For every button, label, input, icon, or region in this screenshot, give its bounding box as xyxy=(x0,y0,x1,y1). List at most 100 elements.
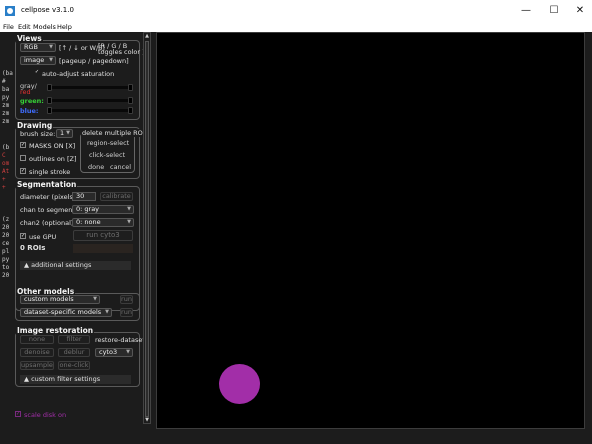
app-logo-icon xyxy=(5,6,15,16)
scroll-up-icon[interactable]: ▲ xyxy=(144,33,150,39)
terminal-line: At xyxy=(2,168,10,175)
maximize-button[interactable]: ☐ xyxy=(543,3,565,18)
menu-models[interactable]: Models xyxy=(33,22,56,32)
menu-file[interactable]: File xyxy=(3,22,14,32)
delete-rois-title: delete multiple ROIs xyxy=(81,129,150,137)
custom-filter-settings-toggle[interactable]: ▲ custom filter settings xyxy=(20,375,131,384)
run-custom-button[interactable]: run xyxy=(120,295,133,304)
slider-max-handle[interactable] xyxy=(128,107,133,114)
chevron-down-icon: ▼ xyxy=(127,206,131,212)
chan2-combo[interactable]: 0: none ▼ xyxy=(72,218,134,227)
brush-size-combo[interactable]: 1 ▼ xyxy=(56,129,73,138)
segmentation-title: Segmentation xyxy=(16,180,78,189)
outlines-checkbox[interactable] xyxy=(20,155,26,161)
chevron-down-icon: ▼ xyxy=(49,44,53,50)
denoise-button[interactable]: denoise xyxy=(20,348,54,357)
click-select-button[interactable]: click-select xyxy=(89,151,125,159)
terminal-line: + xyxy=(2,176,6,183)
scale-disk-checkbox[interactable]: ✓ xyxy=(15,411,21,417)
chevron-down-icon: ▼ xyxy=(127,219,131,225)
image-view-hint: [pageup / pagedown] xyxy=(59,57,129,65)
use-gpu-label: use GPU xyxy=(29,233,57,241)
chevron-down-icon: ▼ xyxy=(66,130,70,136)
scroll-down-icon[interactable]: ▼ xyxy=(144,417,150,423)
title-bar: cellpose v3.1.0 — ☐ ✕ xyxy=(0,0,592,22)
one-click-button[interactable]: one-click xyxy=(58,361,90,370)
dataset-models-combo[interactable]: dataset-specific models ▼ xyxy=(20,308,112,317)
cell-mask[interactable] xyxy=(219,364,260,404)
restore-dataset-combo[interactable]: cyto3 ▼ xyxy=(95,348,133,357)
terminal-line: 20 xyxy=(2,272,10,279)
terminal-line: (z xyxy=(2,216,10,223)
minimize-button[interactable]: — xyxy=(515,3,537,18)
diameter-input[interactable]: 30 xyxy=(72,192,96,201)
use-gpu-checkbox[interactable]: ✓ xyxy=(20,233,26,239)
channel-view-combo[interactable]: RGB ▼ xyxy=(20,43,56,52)
brush-size-label: brush size: xyxy=(20,130,56,138)
dataset-models-value: dataset-specific models xyxy=(24,308,102,316)
none-button[interactable]: none xyxy=(20,335,54,344)
restore-dataset-value: cyto3 xyxy=(99,348,118,356)
app-window: cellpose v3.1.0 — ☐ ✕ File Edit Models H… xyxy=(0,0,592,444)
diameter-label: diameter (pixels): xyxy=(20,193,78,201)
slider-max-handle[interactable] xyxy=(128,97,133,104)
green-label: green: xyxy=(20,97,44,105)
terminal-line: to xyxy=(2,264,10,271)
slider-min-handle[interactable] xyxy=(47,84,52,91)
terminal-line: py xyxy=(2,94,10,101)
run-cyto3-button[interactable]: run cyto3 xyxy=(73,230,133,241)
image-canvas[interactable] xyxy=(156,32,585,429)
menu-help[interactable]: Help xyxy=(57,22,72,32)
single-stroke-label: single stroke xyxy=(29,168,71,176)
upsample-button[interactable]: upsample xyxy=(20,361,54,370)
green-slider[interactable] xyxy=(47,97,133,104)
masks-checkbox[interactable]: ✓ xyxy=(20,142,26,148)
run-dataset-button[interactable]: run xyxy=(120,308,133,317)
slider-min-handle[interactable] xyxy=(47,107,52,114)
terminal-line: + xyxy=(2,184,6,191)
drawing-title: Drawing xyxy=(16,121,54,130)
terminal-line: # xyxy=(2,78,6,85)
done-button[interactable]: done xyxy=(88,163,104,171)
image-view-combo[interactable]: image ▼ xyxy=(20,56,56,65)
channel-view-value: RGB xyxy=(24,43,39,51)
chevron-down-icon: ▼ xyxy=(105,309,109,315)
gray-red-slider[interactable] xyxy=(47,84,133,91)
roi-count: 0 ROIs xyxy=(20,244,46,252)
chevron-down-icon: ▼ xyxy=(93,296,97,302)
control-panel: (ba # ba py zm zm zm (b Com At + + (z 20 20 ce pl py to 2… xyxy=(0,32,153,444)
background-terminal: (ba # ba py zm zm zm xyxy=(2,70,14,126)
close-button[interactable]: ✕ xyxy=(569,3,591,18)
deblur-button[interactable]: deblur xyxy=(58,348,90,357)
slider-max-handle[interactable] xyxy=(128,84,133,91)
terminal-line: (ba xyxy=(2,70,13,77)
custom-models-value: custom models xyxy=(24,295,74,303)
brush-size-value: 1 xyxy=(60,129,65,137)
custom-models-combo[interactable]: custom models ▼ xyxy=(20,295,100,304)
terminal-line: ce xyxy=(2,240,10,247)
menu-bar: File Edit Models Help xyxy=(0,22,592,32)
scrollbar-thumb[interactable] xyxy=(145,41,149,417)
calibrate-button[interactable]: calibrate xyxy=(100,192,133,201)
cancel-button[interactable]: cancel xyxy=(110,163,131,171)
filter-button[interactable]: filter xyxy=(58,335,90,344)
views-title: Views xyxy=(16,34,43,43)
autoadjust-checkbox[interactable]: ✓ xyxy=(34,70,40,76)
single-stroke-checkbox[interactable]: ✓ xyxy=(20,168,26,174)
terminal-line: C xyxy=(2,152,6,159)
terminal-line: zm xyxy=(2,110,10,117)
menu-edit[interactable]: Edit xyxy=(18,22,31,32)
autoadjust-label: auto-adjust saturation xyxy=(42,70,115,78)
blue-slider[interactable] xyxy=(47,107,133,114)
region-select-button[interactable]: region-select xyxy=(87,139,129,147)
terminal-line: py xyxy=(2,256,10,263)
masks-label: MASKS ON [X] xyxy=(29,142,76,150)
scale-disk-label: scale disk on xyxy=(24,411,67,419)
additional-settings-toggle[interactable]: ▲ additional settings xyxy=(20,261,131,270)
chan2-label: chan2 (optional): xyxy=(20,219,76,227)
chan-segment-combo[interactable]: 0: gray ▼ xyxy=(72,205,134,214)
image-view-value: image xyxy=(24,56,45,64)
slider-min-handle[interactable] xyxy=(47,97,52,104)
panel-scrollbar[interactable]: ▲ ▼ xyxy=(143,32,151,424)
chevron-down-icon: ▼ xyxy=(49,57,53,63)
